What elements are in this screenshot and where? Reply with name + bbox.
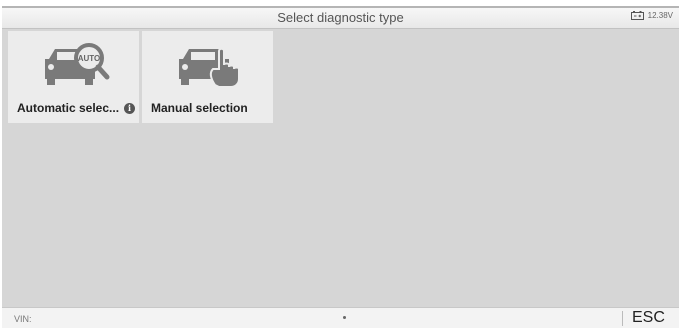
automatic-selection-tile[interactable]: AUTO Automatic selec... i: [8, 31, 139, 123]
diagnostic-type-tiles: AUTO Automatic selec... i Manual selecti…: [8, 31, 273, 123]
esc-button[interactable]: ESC: [632, 309, 665, 327]
battery-icon: [630, 11, 645, 20]
status-bar: VIN: ESC: [2, 307, 679, 328]
automatic-selection-label: Automatic selec...: [17, 101, 120, 115]
battery-status: 12.38V: [630, 11, 673, 20]
page-title: Select diagnostic type: [277, 10, 404, 25]
manual-selection-tile[interactable]: Manual selection: [142, 31, 273, 123]
car-auto-search-icon: AUTO: [8, 39, 139, 93]
manual-selection-label-row: Manual selection: [151, 101, 248, 115]
divider: [622, 311, 623, 326]
vin-label: VIN:: [14, 314, 32, 324]
title-bar: Select diagnostic type 12.38V: [2, 8, 679, 29]
manual-selection-label: Manual selection: [151, 101, 248, 115]
car-manual-touch-icon: [142, 39, 273, 93]
battery-voltage: 12.38V: [647, 11, 673, 20]
app-window: Select diagnostic type 12.38V AUTO Autom…: [2, 6, 679, 328]
automatic-selection-label-row: Automatic selec... i: [17, 101, 136, 115]
auto-badge: AUTO: [77, 54, 100, 63]
info-icon[interactable]: i: [124, 102, 136, 114]
page-indicator-dot: [343, 316, 346, 319]
